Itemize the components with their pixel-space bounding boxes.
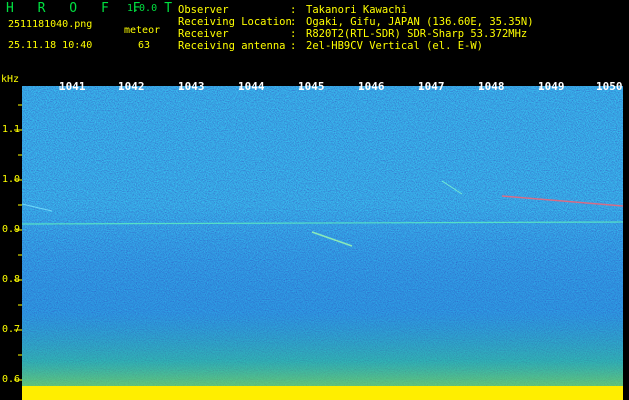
y-tick-label: 0.7: [2, 324, 21, 335]
time-label: 1050: [596, 80, 623, 93]
info-value: Ogaki, Gifu, JAPAN (136.60E, 35.35N): [306, 16, 534, 28]
info-separator: :: [290, 16, 303, 28]
baseline-band: [22, 386, 623, 400]
y-tick-label: 1.0: [2, 174, 21, 185]
time-label: 1042: [118, 80, 145, 93]
info-row-antenna: Receiving antenna: 2el-HB9CV Vertical (e…: [178, 40, 483, 52]
y-tick-label: 0.6: [2, 374, 21, 385]
time-label: 1041: [59, 80, 86, 93]
time-label: 1044: [238, 80, 265, 93]
file-name: 2511181040.png: [8, 19, 93, 30]
info-value: Takanori Kawachi: [306, 4, 408, 16]
time-label: 1043: [178, 80, 205, 93]
info-value: 2el-HB9CV Vertical (el. E-W): [306, 40, 484, 52]
meteor-count: 63: [138, 40, 151, 51]
info-separator: :: [290, 4, 303, 16]
time-label: 1049: [538, 80, 565, 93]
info-row-observer: Observer: Takanori Kawachi: [178, 4, 407, 16]
y-tick-label: 0.9: [2, 224, 21, 235]
info-value: R820T2(RTL-SDR) SDR-Sharp 53.372MHz: [306, 28, 528, 40]
y-tick-label: 0.8: [2, 274, 21, 285]
time-label: 1046: [358, 80, 385, 93]
info-key: Receiver: [178, 28, 229, 40]
time-label: 1047: [418, 80, 445, 93]
info-row-receiver: Receiver: R820T2(RTL-SDR) SDR-Sharp 53.3…: [178, 28, 527, 40]
info-separator: :: [290, 28, 303, 40]
y-tick-label: 1.1: [2, 124, 21, 135]
info-row-location: Receiving Location: Ogaki, Gifu, JAPAN (…: [178, 16, 534, 28]
info-separator: :: [290, 40, 303, 52]
spectrogram-plot: [22, 86, 623, 400]
date-time: 25.11.18 10:40: [8, 40, 93, 51]
time-label: 1045: [298, 80, 325, 93]
time-label: 1048: [478, 80, 505, 93]
info-key: Receiving Location: [178, 16, 292, 28]
info-key: Observer: [178, 4, 229, 16]
meteor-label: meteor: [124, 25, 161, 36]
app-version: 1.0.0: [127, 3, 158, 14]
info-key: Receiving antenna: [178, 40, 286, 52]
